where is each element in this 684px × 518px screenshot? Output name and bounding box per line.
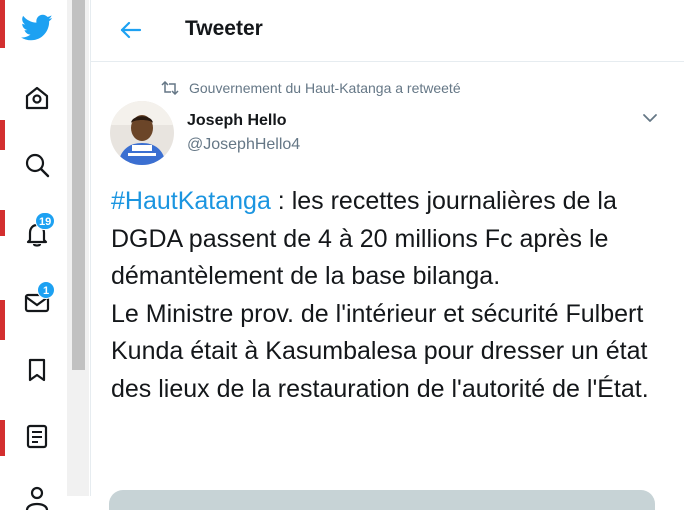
retweet-icon xyxy=(161,81,179,95)
back-button[interactable] xyxy=(113,12,149,48)
background-window-edge xyxy=(0,0,7,496)
sidebar-nav: 19 1 xyxy=(7,0,67,511)
notifications-count-badge: 19 xyxy=(35,212,56,230)
tweet-paragraph-1: #HautKatanga : les recettes journalières… xyxy=(111,183,671,296)
profile-icon xyxy=(25,486,49,511)
scrollbar-thumb[interactable] xyxy=(72,0,85,370)
list-icon xyxy=(26,424,48,449)
nav-notifications[interactable]: 19 xyxy=(17,212,57,254)
nav-home[interactable] xyxy=(17,78,57,118)
retweet-context[interactable]: Gouvernement du Haut-Katanga a retweeté xyxy=(161,80,461,96)
tweet-paragraph-2: Le Ministre prov. de l'intérieur et sécu… xyxy=(111,299,649,403)
main-column: Tweeter Gouvernement du Haut-Katanga a r… xyxy=(90,0,684,510)
nav-messages[interactable]: 1 xyxy=(17,281,57,323)
hashtag-link[interactable]: #HautKatanga xyxy=(111,187,271,215)
tweet-text: #HautKatanga : les recettes journalières… xyxy=(111,183,671,408)
bookmark-icon xyxy=(28,358,46,382)
search-icon xyxy=(25,153,50,178)
twitter-bird-icon xyxy=(21,14,53,41)
twitter-logo-button[interactable] xyxy=(17,8,57,48)
author-avatar[interactable] xyxy=(110,101,174,165)
author-name[interactable]: Joseph Hello xyxy=(187,112,287,130)
home-icon xyxy=(25,86,49,110)
arrow-left-icon xyxy=(120,21,142,39)
author-handle[interactable]: @JosephHello4 xyxy=(187,136,300,154)
retweet-context-label: Gouvernement du Haut-Katanga a retweeté xyxy=(189,80,461,96)
tweet-options-button[interactable] xyxy=(639,110,661,126)
tweet-media-image[interactable] xyxy=(109,490,655,510)
page-title: Tweeter xyxy=(185,17,263,40)
avatar-photo xyxy=(110,101,174,165)
messages-count-badge: 1 xyxy=(37,281,55,299)
nav-bookmarks[interactable] xyxy=(17,350,57,390)
chevron-down-icon xyxy=(643,114,657,122)
nav-search[interactable] xyxy=(17,145,57,185)
page-header: Tweeter xyxy=(91,0,684,62)
nav-lists[interactable] xyxy=(17,416,57,456)
nav-profile[interactable] xyxy=(17,478,57,518)
